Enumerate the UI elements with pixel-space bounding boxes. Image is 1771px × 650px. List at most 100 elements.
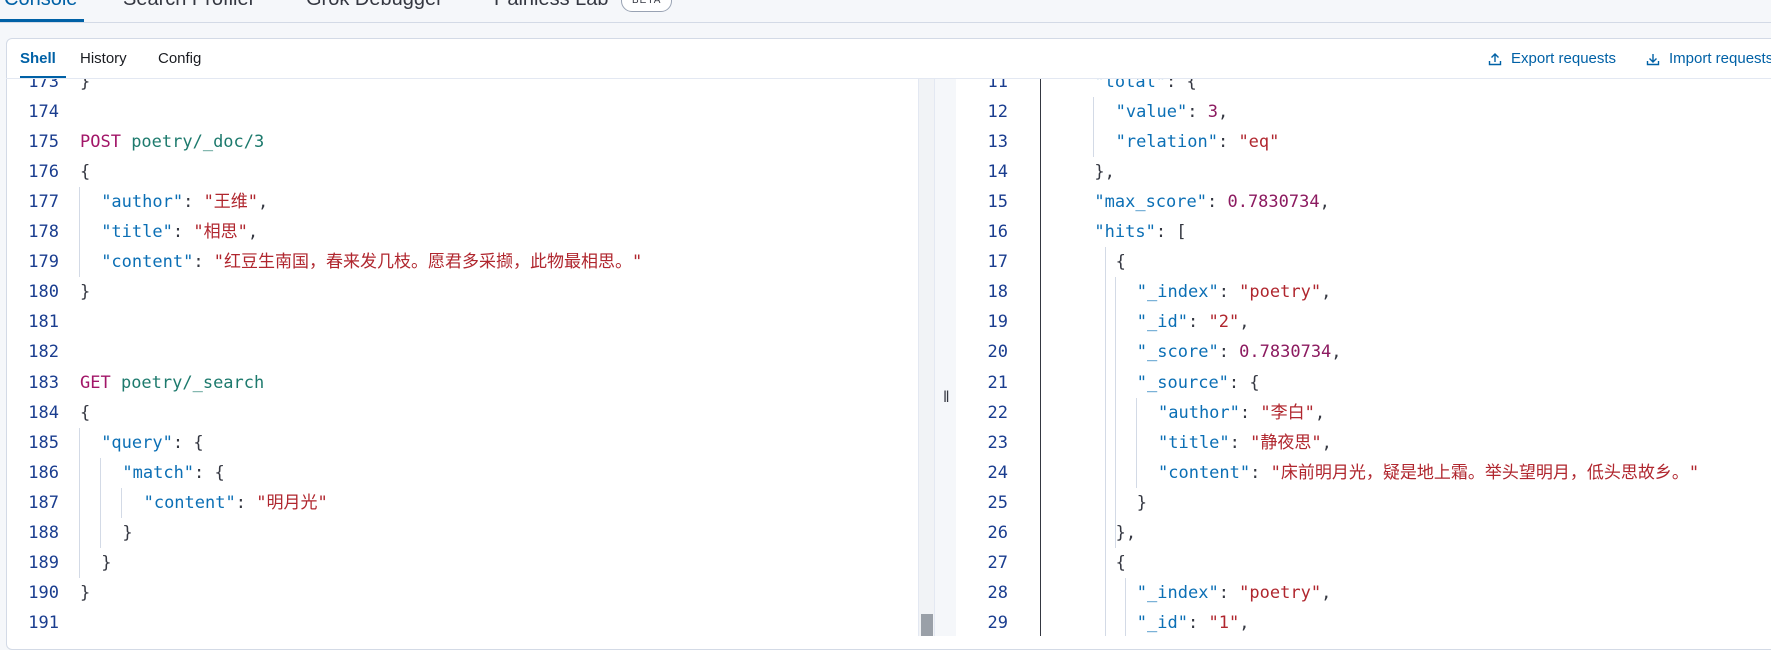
line-number: 28 [987,582,1008,603]
line-number: 185 [28,432,59,453]
code-text: "_id": "2", [1137,307,1250,337]
line-number: 11 [987,79,1008,92]
line-number: 187 [28,492,59,513]
code-token: : { [172,432,204,453]
export-requests-button[interactable]: Export requests [1488,50,1616,67]
code-token: "红豆生南国，春来发几枝。愿君多采撷，此物最相思。" [213,252,643,273]
upload-icon [1488,52,1502,65]
code-token: }, [1094,162,1115,183]
code-token: { [1115,552,1126,573]
code-token: "eq" [1238,132,1280,153]
download-icon [1646,53,1660,65]
indent-guide [1093,97,1095,158]
tab-search-profiler[interactable]: Search Profiler [123,0,255,11]
code-line: 25} [956,488,1771,518]
code-line: 19 "_id": "2", [956,307,1771,337]
code-token: { [80,402,91,423]
pane-resizer[interactable]: ‖ [934,79,958,636]
line-number: 184 [28,402,59,423]
tab-config[interactable]: Config [158,50,201,67]
code-token: { [1115,252,1126,273]
code-token: , [258,192,269,213]
code-text: "_index": "poetry", [1137,277,1332,307]
code-line: 20 "_score": 0.7830734, [956,337,1771,367]
line-number: 175 [28,132,59,153]
request-editor-scrollbar[interactable] [918,79,935,636]
code-line: 21 "_source": { [956,368,1771,398]
active-tab-indicator [0,19,84,22]
code-line: 182 [7,337,918,367]
code-line: 189} [7,548,918,578]
line-number: 186 [28,462,59,483]
response-editor[interactable]: 11 "total": {12 "value": 3, 13 "relation": "… [956,79,1771,636]
code-token: "_score" [1136,342,1219,363]
tab-grok-debugger[interactable]: Grok Debugger [306,0,443,11]
code-text: "hits": [ [1094,217,1186,247]
beta-badge: BETA [621,0,673,12]
code-line: 191 [7,608,918,636]
tab-shell[interactable]: Shell [20,50,56,67]
code-text: { [80,398,90,428]
drag-handle-icon[interactable]: ‖ [943,389,950,407]
code-line: 175 POST poetry/_doc/3 [7,127,918,157]
request-editor[interactable]: 173} 174 175 POST poetry/_doc/3 176 {177 "auth… [7,79,918,636]
code-text: }, [1094,157,1114,187]
import-requests-button[interactable]: Import requests [1646,50,1771,67]
code-token: : [1229,432,1251,453]
code-token: , [1331,342,1342,363]
code-line: 178 "title": "相思", [7,217,918,247]
scrollbar-thumb[interactable] [921,614,933,636]
code-line: 177 "author": "王维", [7,187,918,217]
code-line: 15 "max_score": 0.7830734, [956,187,1771,217]
code-token: : { [1166,79,1197,92]
tab-painless-lab[interactable]: Painless Lab [494,0,609,11]
code-token: , [1314,402,1326,423]
code-line: 173} [7,79,918,97]
code-token: , [1239,612,1250,633]
code-token: "相思" [193,222,248,243]
code-token: "author" [1158,402,1240,423]
code-line: 24 "content": "床前明月光，疑是地上霜。举头望明月，低头思故乡。" [956,458,1771,488]
code-line: 186 "match": { [7,458,918,488]
code-text: "relation": "eq" [1116,127,1280,157]
line-number: 191 [28,612,59,633]
line-number: 176 [28,162,59,183]
code-token: "1" [1208,612,1240,633]
code-text: "_score": 0.7830734, [1137,337,1342,367]
code-token: "author" [101,192,184,213]
tab-console[interactable]: Console [4,0,77,11]
line-number: 26 [987,522,1008,543]
code-text: "author": "李白", [1158,398,1325,428]
code-token: : [1187,102,1208,123]
code-token: : { [1228,372,1260,393]
code-token: : [235,492,257,513]
export-requests-label: Export requests [1511,50,1617,67]
code-text: } [80,277,90,307]
code-token: : [193,252,214,273]
import-requests-label: Import requests [1669,50,1771,67]
line-number: 23 [987,432,1008,453]
code-text: "_id": "1", [1137,608,1250,636]
line-number: 173 [28,79,59,92]
code-text: "total": { [1094,79,1196,97]
line-number: 181 [28,312,59,333]
code-token: , [1319,192,1330,213]
code-token: : [1218,282,1240,303]
code-token: } [80,582,91,603]
code-text: } [122,518,132,548]
code-text: "content": "床前明月光，疑是地上霜。举头望明月，低头思故乡。" [1158,458,1699,488]
code-text: "content": "红豆生南国，春来发几枝。愿君多采撷，此物最相思。" [101,247,642,277]
code-line: 13 "relation": "eq" [956,127,1771,157]
indent-guide [1125,577,1127,636]
code-line: 23 "title": "静夜思", [956,428,1771,458]
line-number: 15 [987,192,1008,213]
code-token: GET [80,372,121,393]
code-line: 190} [7,578,918,608]
code-token: : { [194,462,225,483]
code-token: "title" [101,222,173,243]
code-text: }, [1116,518,1136,548]
code-token: , [1217,102,1229,123]
code-text: "max_score": 0.7830734, [1094,187,1329,217]
tab-history[interactable]: History [80,50,127,67]
code-token: : [1187,612,1209,633]
